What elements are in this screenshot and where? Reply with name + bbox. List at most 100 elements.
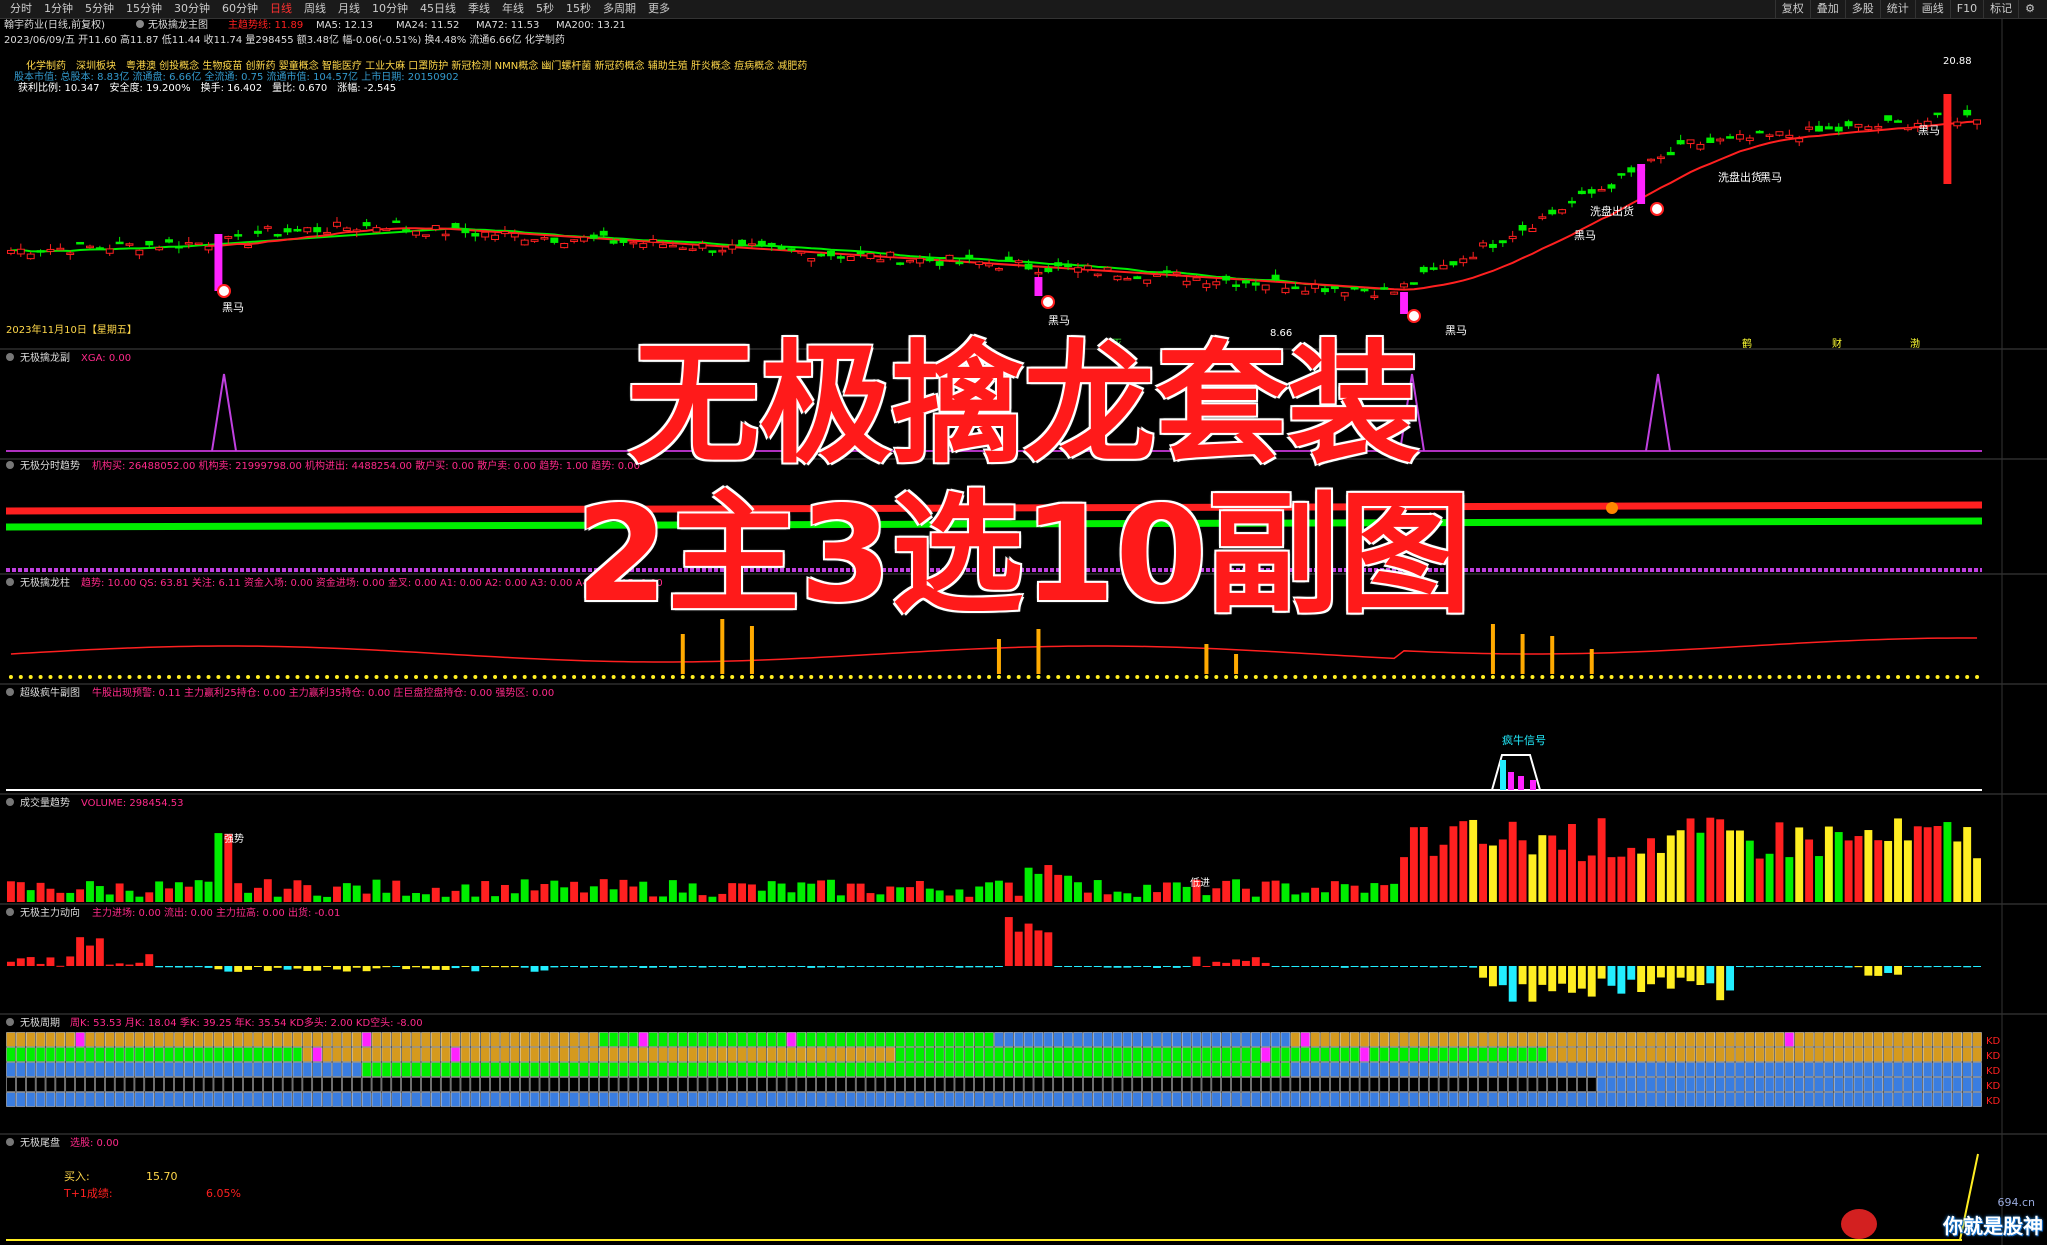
- tool-button[interactable]: 画线: [1914, 0, 1950, 18]
- dragon-dot: [305, 675, 310, 679]
- cycle-cell: [223, 1077, 233, 1092]
- volume-bar: [471, 896, 480, 902]
- volume-bar: [1548, 835, 1557, 902]
- period-tab[interactable]: 45日线: [414, 0, 462, 18]
- cycle-cell: [1893, 1077, 1903, 1092]
- period-tab[interactable]: 15秒: [560, 0, 597, 18]
- cycle-cell: [1942, 1077, 1953, 1092]
- candle-body: [1034, 271, 1043, 275]
- period-tab[interactable]: 分时: [4, 0, 38, 18]
- period-tab[interactable]: 季线: [462, 0, 496, 18]
- tool-button[interactable]: 标记: [1983, 0, 2018, 18]
- candle-body: [520, 239, 529, 246]
- cycle-cell: [1705, 1077, 1715, 1092]
- main-force-bar: [1390, 966, 1399, 967]
- candle-body: [1212, 281, 1221, 286]
- candle-body: [896, 262, 905, 265]
- cycle-cell: [1053, 1077, 1063, 1092]
- kd-label: KD: [1986, 1096, 2001, 1107]
- period-tab[interactable]: 年线: [496, 0, 530, 18]
- volume-bar: [886, 886, 895, 902]
- tool-button[interactable]: 叠加: [1809, 0, 1845, 18]
- period-tab[interactable]: 15分钟: [120, 0, 168, 18]
- cycle-cell: [1231, 1092, 1241, 1107]
- cycle-cell: [1221, 1077, 1231, 1092]
- main-force-bar: [224, 966, 233, 972]
- period-tab[interactable]: 月线: [332, 0, 366, 18]
- cycle-cell: [1547, 1032, 1557, 1047]
- indicator-dot-icon: [136, 20, 144, 28]
- volume-bar: [1745, 840, 1754, 902]
- cycle-cell: [292, 1032, 303, 1047]
- cycle-cell: [905, 1062, 915, 1077]
- main-force-bar: [1656, 966, 1665, 978]
- cycle-cell: [1675, 1092, 1686, 1107]
- cycle-cell: [628, 1047, 639, 1062]
- cycle-cell: [539, 1032, 550, 1047]
- candle-body: [1143, 279, 1152, 284]
- candle-body: [1241, 280, 1250, 284]
- candle-body: [1044, 267, 1053, 273]
- buy-marker-icon: [1407, 309, 1421, 323]
- cycle-cell: [440, 1092, 451, 1107]
- dragon-dot: [670, 675, 675, 679]
- volume-bar: [836, 895, 845, 902]
- period-tab[interactable]: 60分钟: [216, 0, 264, 18]
- tool-button[interactable]: 统计: [1879, 0, 1915, 18]
- volume-bar: [718, 893, 727, 902]
- period-tab[interactable]: 多周期: [597, 0, 642, 18]
- main-force-bar: [352, 966, 361, 968]
- cycle-cell: [401, 1077, 411, 1092]
- cycle-cell: [1863, 1062, 1874, 1077]
- cycle-cell: [1083, 1062, 1093, 1077]
- dragon-dot: [1975, 675, 1980, 679]
- cycle-cell: [1340, 1047, 1350, 1062]
- settings-gear-icon[interactable]: ⚙: [2018, 0, 2041, 18]
- cycle-cell: [1853, 1047, 1864, 1062]
- volume-bar: [105, 894, 114, 902]
- period-tab[interactable]: 5分钟: [79, 0, 120, 18]
- candle-body: [36, 250, 45, 253]
- cycle-cell: [1261, 1047, 1271, 1062]
- volume-bar: [708, 896, 717, 902]
- period-tab[interactable]: 10分钟: [366, 0, 414, 18]
- volume-bar: [1350, 885, 1359, 902]
- period-tab[interactable]: 周线: [298, 0, 332, 18]
- cycle-cell: [1419, 1047, 1429, 1062]
- cycle-cell: [35, 1062, 46, 1077]
- tool-button[interactable]: F10: [1949, 0, 1983, 18]
- cycle-cell: [776, 1032, 787, 1047]
- candle-body: [668, 244, 677, 248]
- cycle-cell: [500, 1047, 510, 1062]
- cycle-cell: [480, 1092, 490, 1107]
- main-force-bar: [1479, 966, 1488, 978]
- tool-button[interactable]: 多股: [1844, 0, 1880, 18]
- cycle-cell: [1073, 1062, 1083, 1077]
- cycle-cell: [1636, 1077, 1646, 1092]
- cycle-cell: [371, 1047, 382, 1062]
- cycle-cell: [1409, 1032, 1419, 1047]
- period-tab[interactable]: 5秒: [530, 0, 560, 18]
- volume-bar: [994, 880, 1003, 902]
- tool-button[interactable]: 复权: [1774, 0, 1810, 18]
- cycle-cell: [737, 1077, 747, 1092]
- cycle-cell: [1843, 1032, 1854, 1047]
- main-force-bar: [303, 966, 312, 971]
- period-tab[interactable]: 1分钟: [38, 0, 79, 18]
- candle-body: [1014, 260, 1023, 264]
- volume-bar: [787, 892, 796, 902]
- period-tab[interactable]: 30分钟: [168, 0, 216, 18]
- period-tab[interactable]: 更多: [642, 0, 676, 18]
- cycle-cell: [1488, 1062, 1498, 1077]
- cycle-cell: [1300, 1047, 1310, 1062]
- period-tab[interactable]: 日线: [264, 0, 298, 18]
- dragon-column: [1589, 649, 1594, 674]
- low-price-label: 8.66: [1270, 328, 1292, 339]
- cycle-cell: [1666, 1047, 1676, 1062]
- stock-chart[interactable]: 翰宇药业(日线,前复权) 无极擒龙主图 主趋势线: 11.89 MA5: 12.13 M…: [0, 19, 2047, 1245]
- cycle-cell: [1102, 1047, 1113, 1062]
- cycle-cell: [1834, 1092, 1844, 1107]
- cycle-cell: [964, 1062, 974, 1077]
- bottom-tag: 灭: [1112, 338, 1122, 350]
- cycle-cell: [628, 1077, 639, 1092]
